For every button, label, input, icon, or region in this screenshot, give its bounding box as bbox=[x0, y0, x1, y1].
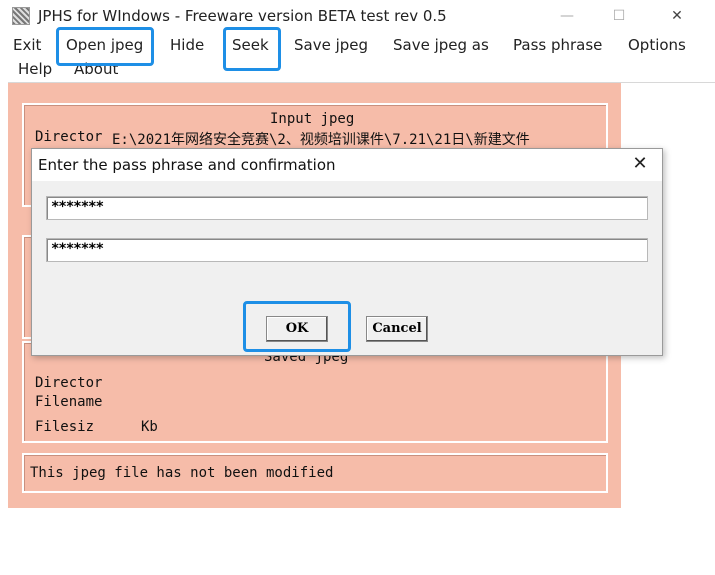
dialog-title: Enter the pass phrase and confirmation bbox=[38, 156, 336, 174]
maximize-button[interactable]: ☐ bbox=[604, 5, 634, 27]
app-icon bbox=[12, 7, 30, 25]
saved-directory-label: Director bbox=[35, 375, 103, 391]
menu-exit[interactable]: Exit bbox=[13, 36, 41, 54]
saved-jpeg-group: Saved jpeg Director Filename Filesiz Kb bbox=[22, 341, 608, 443]
cancel-button[interactable]: Cancel bbox=[366, 316, 428, 342]
menu-help[interactable]: Help bbox=[18, 60, 52, 78]
confirmation-value: ******* bbox=[51, 241, 104, 257]
saved-filesize-label: Filesiz bbox=[35, 419, 95, 435]
menu-save-jpeg[interactable]: Save jpeg bbox=[294, 36, 368, 54]
highlight-open-jpeg bbox=[56, 27, 154, 66]
passphrase-input[interactable]: ******* bbox=[46, 196, 648, 220]
saved-filename-label: Filename bbox=[35, 394, 103, 410]
dialog-title-bar: Enter the pass phrase and confirmation ✕ bbox=[32, 149, 662, 181]
background-left-strip bbox=[0, 0, 8, 575]
input-directory-label: Director bbox=[35, 129, 103, 145]
highlight-seek bbox=[223, 27, 281, 71]
menu-hide[interactable]: Hide bbox=[170, 36, 204, 54]
window-title: JPHS for WIndows - Freeware version BETA… bbox=[38, 7, 447, 25]
status-group: This jpeg file has not been modified bbox=[22, 453, 608, 493]
dialog-close-icon[interactable]: ✕ bbox=[628, 153, 652, 174]
confirmation-input[interactable]: ******* bbox=[46, 238, 648, 262]
saved-filesize-unit: Kb bbox=[141, 419, 158, 435]
passphrase-value: ******* bbox=[51, 199, 104, 215]
highlight-ok-button bbox=[243, 301, 351, 352]
minimize-button[interactable]: — bbox=[552, 5, 582, 27]
menu-options[interactable]: Options bbox=[628, 36, 686, 54]
input-group-header: Input jpeg bbox=[270, 111, 355, 127]
menu-pass-phrase[interactable]: Pass phrase bbox=[513, 36, 602, 54]
status-message: This jpeg file has not been modified bbox=[30, 465, 334, 481]
menu-save-jpeg-as[interactable]: Save jpeg as bbox=[393, 36, 489, 54]
close-button[interactable]: ✕ bbox=[662, 5, 692, 27]
input-directory-value: E:\2021年网络安全竞赛\2、视频培训课件\7.21\21日\新建文件 bbox=[112, 132, 530, 148]
